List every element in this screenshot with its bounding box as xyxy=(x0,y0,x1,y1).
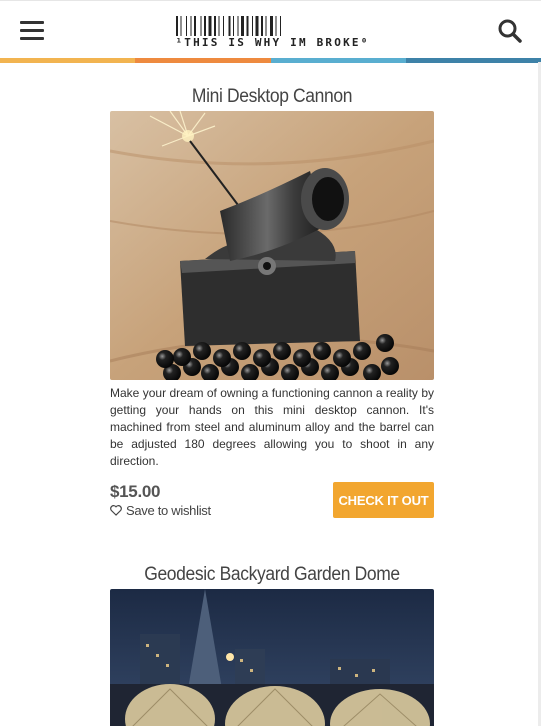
heart-icon xyxy=(110,505,122,516)
check-it-out-button[interactable]: CHECK IT OUT xyxy=(333,482,434,518)
product-card: Mini Desktop Cannon Make your dream of o… xyxy=(110,84,434,522)
product-description: Make your dream of owning a functioning … xyxy=(110,386,434,468)
product-image[interactable] xyxy=(110,589,434,726)
stripe-yellow xyxy=(0,58,136,63)
save-to-wishlist-link[interactable]: Save to wishlist xyxy=(110,503,211,518)
wishlist-label: Save to wishlist xyxy=(126,503,211,518)
stripe-lightblue xyxy=(270,58,406,63)
site-header: ¹THIS IS WHY IM BROKE⁰ xyxy=(0,0,541,63)
product-footer: $15.00 Save to wishlist CHECK IT OUT xyxy=(110,482,434,522)
product-title[interactable]: Geodesic Backyard Garden Dome xyxy=(123,562,421,588)
header-color-stripe xyxy=(0,58,541,63)
search-icon[interactable] xyxy=(497,18,523,44)
logo-text: ¹THIS IS WHY IM BROKE⁰ xyxy=(175,36,370,49)
hamburger-menu-icon[interactable] xyxy=(20,21,44,43)
product-price: $15.00 xyxy=(110,482,161,501)
barcode-graphic xyxy=(176,16,281,36)
stripe-orange xyxy=(135,58,271,63)
product-card: Geodesic Backyard Garden Dome xyxy=(110,562,434,726)
stripe-darkblue xyxy=(405,58,541,63)
site-logo[interactable]: ¹THIS IS WHY IM BROKE⁰ xyxy=(170,16,375,54)
product-title[interactable]: Mini Desktop Cannon xyxy=(123,84,421,110)
product-image[interactable] xyxy=(110,111,434,380)
